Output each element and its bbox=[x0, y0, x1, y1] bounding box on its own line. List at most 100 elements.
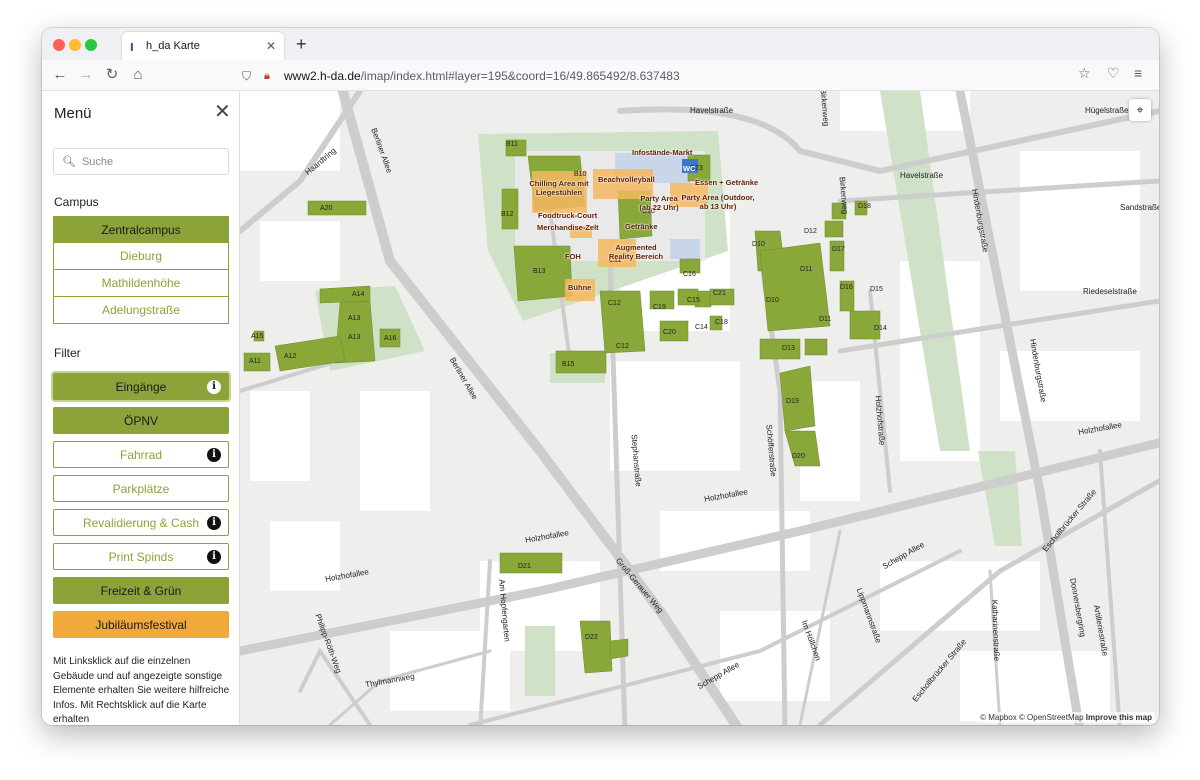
poi-label[interactable]: Merchandise-Zelt bbox=[537, 223, 599, 232]
building-label[interactable]: D14 bbox=[874, 325, 887, 332]
filter-label: Eingänge bbox=[115, 380, 167, 394]
tab-close-icon[interactable]: ✕ bbox=[266, 39, 276, 53]
poi-label[interactable]: Getränke bbox=[625, 222, 658, 231]
building-label[interactable]: D10 bbox=[766, 297, 779, 304]
building-label[interactable]: A12 bbox=[284, 353, 296, 360]
building-label[interactable]: C12 bbox=[616, 343, 629, 350]
filter-oepnv-button[interactable]: ÖPNV bbox=[53, 407, 229, 434]
wc-label[interactable]: WC bbox=[683, 164, 696, 173]
filter-label: Parkplätze bbox=[112, 482, 170, 496]
back-icon[interactable]: ← bbox=[50, 65, 70, 85]
reload-icon[interactable]: ↻ bbox=[102, 65, 122, 85]
building-label[interactable]: D22 bbox=[585, 634, 598, 641]
poi-label[interactable]: FOH bbox=[565, 252, 581, 261]
poi-label[interactable]: Party Area (Outdoor, ab 13 Uhr) bbox=[678, 193, 758, 211]
minimize-window-button[interactable] bbox=[69, 39, 81, 51]
info-icon[interactable]: i bbox=[207, 516, 221, 530]
filter-label: Freizeit & Grün bbox=[100, 584, 182, 598]
building-label[interactable]: C15 bbox=[687, 297, 700, 304]
building-label[interactable]: C18 bbox=[715, 319, 728, 326]
filter-label: Print Spinds bbox=[108, 550, 174, 564]
info-icon[interactable]: i bbox=[207, 550, 221, 564]
attribution-mapbox[interactable]: © Mapbox bbox=[980, 713, 1017, 722]
building-label[interactable]: A11 bbox=[249, 358, 261, 365]
poi-label[interactable]: Chilling Area mit Liegestühlen bbox=[528, 179, 590, 197]
zoom-window-button[interactable] bbox=[85, 39, 97, 51]
building-label[interactable]: B12 bbox=[501, 211, 513, 218]
filter-fahrrad-button[interactable]: Fahrrad i bbox=[53, 441, 229, 468]
building-label[interactable]: B15 bbox=[562, 361, 574, 368]
filter-freizeit-button[interactable]: Freizeit & Grün bbox=[53, 577, 229, 604]
building-label[interactable]: A14 bbox=[352, 291, 364, 298]
star-icon[interactable]: ☆ bbox=[1078, 65, 1091, 82]
filter-print-spinds-button[interactable]: Print Spinds i bbox=[53, 543, 229, 570]
lock-icon[interactable]: 🔒︎ bbox=[264, 70, 278, 83]
poi-label[interactable]: Party Area (ab 22 Uhr) bbox=[638, 194, 680, 212]
poi-label[interactable]: Infostände-Markt bbox=[632, 148, 692, 157]
campus-dieburg-button[interactable]: Dieburg bbox=[53, 243, 229, 270]
building-label[interactable]: D10 bbox=[752, 241, 765, 248]
building-label[interactable]: A16 bbox=[384, 335, 396, 342]
filter-eingaenge-button[interactable]: Eingänge i bbox=[53, 373, 229, 400]
search-input[interactable] bbox=[81, 155, 222, 168]
poi-label[interactable]: Essen + Getränke bbox=[695, 178, 758, 187]
building-label[interactable]: C20 bbox=[663, 329, 676, 336]
building-label[interactable]: D12 bbox=[804, 228, 817, 235]
forward-icon[interactable]: → bbox=[76, 65, 96, 85]
building-label[interactable]: B13 bbox=[533, 268, 545, 275]
hda-favicon-icon: ꞁ bbox=[130, 40, 134, 52]
menu-icon[interactable]: ≡ bbox=[1134, 65, 1142, 81]
building-label[interactable]: C19 bbox=[653, 304, 666, 311]
close-icon[interactable]: ✕ bbox=[214, 101, 231, 123]
building-label[interactable]: D11 bbox=[819, 316, 831, 323]
browser-tab[interactable]: ꞁ h_da Karte ✕ bbox=[122, 32, 284, 60]
street-label: Sandstraße bbox=[1120, 203, 1159, 212]
info-icon[interactable]: i bbox=[207, 448, 221, 462]
close-window-button[interactable] bbox=[53, 39, 65, 51]
campus-mathildenhoehe-button[interactable]: Mathildenhöhe bbox=[53, 270, 229, 297]
building-label[interactable]: A20 bbox=[320, 205, 332, 212]
building-label[interactable]: A13 bbox=[348, 334, 360, 341]
building-label[interactable]: C16 bbox=[683, 271, 696, 278]
building-label[interactable]: C21 bbox=[713, 290, 726, 297]
building-label[interactable]: C14 bbox=[695, 324, 708, 331]
poi-label[interactable]: Bühne bbox=[568, 283, 591, 292]
building-label[interactable]: D13 bbox=[782, 345, 795, 352]
url-bar[interactable]: ⛉ 🔒︎ www2.h-da.de/imap/index.html#layer=… bbox=[242, 64, 1082, 88]
building-label[interactable]: D16 bbox=[840, 284, 853, 291]
building-label[interactable]: D17 bbox=[832, 246, 845, 253]
building-label[interactable]: D19 bbox=[786, 398, 799, 405]
pocket-icon[interactable]: ♡ bbox=[1107, 65, 1120, 82]
filter-parkplaetze-button[interactable]: Parkplätze bbox=[53, 475, 229, 502]
campus-adelungstrasse-button[interactable]: Adelungstraße bbox=[53, 297, 229, 324]
filter-jubilaeumsfestival-button[interactable]: Jubiläumsfestival bbox=[53, 611, 229, 638]
building-label[interactable]: D18 bbox=[858, 203, 871, 210]
shield-icon[interactable]: ⛉ bbox=[242, 69, 256, 84]
building-label[interactable]: B10 bbox=[574, 171, 586, 178]
info-icon[interactable]: i bbox=[207, 380, 221, 394]
attribution-osm[interactable]: © OpenStreetMap bbox=[1019, 713, 1084, 722]
poi-label[interactable]: Augmented Reality Bereich bbox=[605, 243, 667, 261]
locate-icon[interactable]: ⌖ bbox=[1129, 99, 1151, 121]
building-label[interactable]: D20 bbox=[792, 453, 805, 460]
building-label[interactable]: A13 bbox=[348, 315, 360, 322]
search-box[interactable]: 🔍︎ bbox=[53, 148, 229, 175]
improve-map-link[interactable]: Improve this map bbox=[1086, 713, 1152, 722]
poi-label[interactable]: Foodtruck-Court bbox=[538, 211, 597, 220]
campus-zentralcampus-button[interactable]: Zentralcampus bbox=[53, 216, 229, 243]
home-icon[interactable]: ⌂ bbox=[128, 65, 148, 85]
building-label[interactable]: D15 bbox=[870, 286, 883, 293]
menu-title: Menü bbox=[54, 105, 92, 122]
building-label[interactable]: D11 bbox=[800, 266, 812, 273]
filter-revalidierung-button[interactable]: Revalidierung & Cash i bbox=[53, 509, 229, 536]
building-label[interactable]: B11 bbox=[506, 141, 518, 148]
new-tab-button[interactable]: + bbox=[296, 34, 307, 54]
map-canvas[interactable]: Hügelstraße Havelstraße Havelstraße Sand… bbox=[240, 91, 1159, 725]
filter-label: ÖPNV bbox=[123, 414, 158, 428]
building-label[interactable]: D21 bbox=[518, 563, 531, 570]
building-label[interactable]: C12 bbox=[608, 300, 621, 307]
poi-label[interactable]: Beachvolleyball bbox=[598, 175, 655, 184]
nav-bar: ← → ↻ ⌂ ⛉ 🔒︎ www2.h-da.de/imap/index.htm… bbox=[42, 60, 1159, 91]
building-label[interactable]: A15 bbox=[251, 333, 263, 340]
street-label: Havelstraße bbox=[690, 106, 734, 115]
